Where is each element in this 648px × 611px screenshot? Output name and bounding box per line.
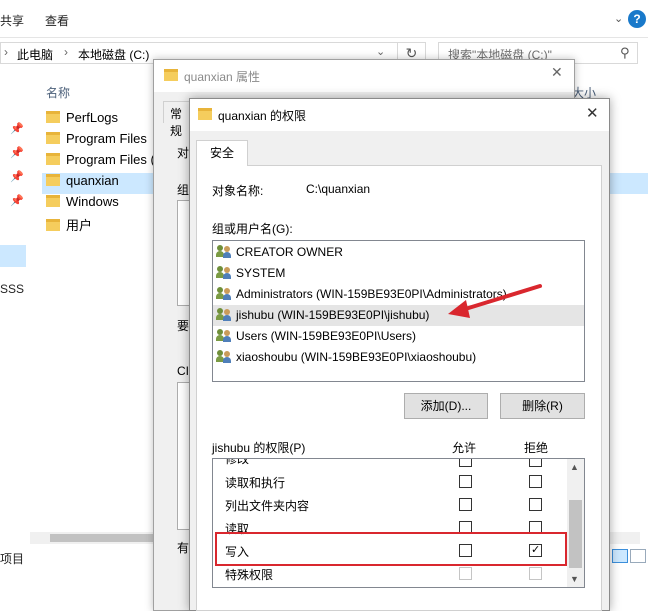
group-user-label: 组或用户名(G): xyxy=(212,222,293,236)
folder-icon xyxy=(164,69,178,81)
breadcrumb-separator-icon: › xyxy=(4,45,8,59)
folder-icon xyxy=(198,108,212,120)
status-item-count: 项目 xyxy=(0,552,25,566)
breadcrumb-drive[interactable]: 本地磁盘 (C:) xyxy=(78,46,149,63)
pin-icon: 📌 xyxy=(10,123,24,135)
deny-checkbox[interactable] xyxy=(529,459,542,467)
user-name: jishubu (WIN-159BE93E0PI\jishubu) xyxy=(236,308,430,322)
permission-row-clipped: 修改 xyxy=(213,459,567,468)
folder-icon xyxy=(46,132,60,144)
breadcrumb-separator-icon: › xyxy=(64,45,68,59)
scroll-up-icon[interactable]: ▲ xyxy=(570,462,579,472)
allow-checkbox[interactable] xyxy=(459,459,472,467)
ribbon-tab-share[interactable]: 共享 xyxy=(0,12,24,29)
file-name: Windows xyxy=(66,194,119,209)
properties-fragment: 有 xyxy=(177,541,190,555)
deny-column-header: 拒绝 xyxy=(524,441,549,455)
scrollbar-thumb[interactable] xyxy=(50,534,170,542)
properties-fragment: CI xyxy=(177,364,189,378)
chevron-down-icon[interactable]: ⌄ xyxy=(614,12,623,25)
users-icon xyxy=(216,266,232,279)
properties-fragment: 组 xyxy=(177,183,190,197)
allow-checkbox[interactable] xyxy=(459,498,472,511)
users-icon xyxy=(216,308,232,321)
permission-label: 特殊权限 xyxy=(225,568,274,582)
search-icon[interactable]: ⚲ xyxy=(620,45,630,61)
user-list-item[interactable]: xiaoshoubu (WIN-159BE93E0PI\xiaoshoubu) xyxy=(213,347,584,368)
user-list-item[interactable]: Users (WIN-159BE93E0PI\Users) xyxy=(213,326,584,347)
file-name: quanxian xyxy=(66,173,119,188)
user-name: SYSTEM xyxy=(236,266,286,280)
permissions-title: quanxian 的权限 xyxy=(218,109,307,123)
close-icon[interactable]: ✕ xyxy=(551,64,563,81)
close-icon[interactable]: ✕ xyxy=(586,104,599,122)
scrollbar-thumb[interactable] xyxy=(569,500,582,568)
large-icons-view-icon[interactable] xyxy=(630,549,646,563)
deny-checkbox-disabled xyxy=(529,567,542,580)
users-icon xyxy=(216,245,232,258)
user-name: xiaoshoubu (WIN-159BE93E0PI\xiaoshoubu) xyxy=(236,350,477,364)
file-name: 用户 xyxy=(66,218,93,233)
folder-icon xyxy=(46,174,60,186)
permission-label: 修改 xyxy=(225,459,250,466)
nav-selected-item[interactable] xyxy=(0,245,26,267)
properties-title: quanxian 属性 xyxy=(184,70,261,84)
ribbon-tab-view[interactable]: 查看 xyxy=(45,12,69,29)
pin-icon: 📌 xyxy=(10,171,24,183)
deny-checkbox[interactable] xyxy=(529,475,542,488)
scroll-down-icon[interactable]: ▼ xyxy=(570,574,579,584)
ribbon xyxy=(0,0,648,38)
allow-checkbox[interactable] xyxy=(459,475,472,488)
folder-icon xyxy=(46,153,60,165)
details-view-icon[interactable] xyxy=(612,549,628,563)
permission-label: 读取和执行 xyxy=(225,476,286,490)
user-list-item[interactable]: CREATOR OWNER xyxy=(213,242,584,263)
user-name: CREATOR OWNER xyxy=(236,245,343,259)
permission-label: 列出文件夹内容 xyxy=(225,499,310,513)
permissions-header: jishubu 的权限(P) xyxy=(212,441,306,455)
add-button[interactable]: 添加(D)... xyxy=(404,393,488,419)
folder-icon xyxy=(46,195,60,207)
column-header-name[interactable]: 名称 xyxy=(46,84,70,101)
object-name-label: 对象名称: xyxy=(212,184,264,198)
breadcrumb-this-pc[interactable]: 此电脑 xyxy=(17,46,53,63)
file-name: PerfLogs xyxy=(66,110,119,125)
annotation-arrow-icon xyxy=(448,284,542,318)
deny-checkbox[interactable] xyxy=(529,498,542,511)
users-icon xyxy=(216,287,232,300)
annotation-highlight-box xyxy=(215,532,567,566)
properties-fragment: 要 xyxy=(177,319,190,333)
user-name: Users (WIN-159BE93E0PI\Users) xyxy=(236,329,417,343)
pin-icon: 📌 xyxy=(10,195,24,207)
properties-fragment: 对 xyxy=(177,146,190,160)
users-icon xyxy=(216,329,232,342)
remove-button[interactable]: 删除(R) xyxy=(500,393,585,419)
file-name: Program Files xyxy=(66,131,147,146)
pin-icon: 📌 xyxy=(10,147,24,159)
navigation-pane xyxy=(0,70,40,540)
file-name: Program Files ( xyxy=(66,152,155,167)
tab-security[interactable]: 安全 xyxy=(196,140,248,166)
users-icon xyxy=(216,350,232,363)
allow-column-header: 允许 xyxy=(452,441,477,455)
allow-checkbox-disabled xyxy=(459,567,472,580)
nav-item-label[interactable]: SSS xyxy=(0,282,24,296)
help-icon[interactable]: ? xyxy=(628,10,646,28)
chevron-down-icon[interactable]: ⌄ xyxy=(376,45,385,58)
folder-icon xyxy=(46,219,60,231)
folder-icon xyxy=(46,111,60,123)
object-name-value: C:\quanxian xyxy=(306,182,371,196)
